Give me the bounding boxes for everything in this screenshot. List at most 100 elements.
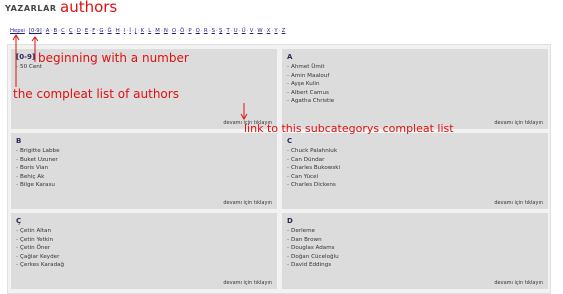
more-link[interactable]: devamı için tıklayın xyxy=(223,280,272,286)
author-name[interactable]: Çerkes Karadağ xyxy=(20,262,64,268)
author-name[interactable]: Ahmet Ümit xyxy=(291,64,325,70)
author-name[interactable]: Behiç Ak xyxy=(20,174,44,180)
nav-letter-link[interactable]: Ş xyxy=(219,28,222,34)
nav-all-link[interactable]: Hepsi xyxy=(10,28,25,34)
author-list-item[interactable]: - Çetin Yetkin xyxy=(16,236,272,245)
author-name[interactable]: Çetin Öner xyxy=(20,245,50,251)
author-name[interactable]: Derleme xyxy=(291,228,315,234)
more-link[interactable]: devamı için tıklayın xyxy=(494,120,543,126)
nav-letter-link[interactable]: P xyxy=(188,28,191,34)
author-list-item[interactable]: - Can Yücel xyxy=(287,173,543,182)
author-name[interactable]: Charles Dickens xyxy=(291,182,336,188)
nav-letter-link[interactable]: D xyxy=(77,28,81,34)
author-list-item[interactable]: - Charles Dickens xyxy=(287,181,543,190)
author-list-item[interactable]: - Ahmet Ümit xyxy=(287,63,543,72)
author-list-item[interactable]: - David Eddings xyxy=(287,261,543,270)
author-list-item[interactable]: - Bilge Karasu xyxy=(16,181,272,190)
more-link[interactable]: devamı için tıklayın xyxy=(494,200,543,206)
author-list-item[interactable]: - Charles Bukowski xyxy=(287,164,543,173)
author-name[interactable]: Doğan Cüceloğlu xyxy=(291,254,339,260)
list-bullet: - xyxy=(16,182,19,188)
author-name[interactable]: David Eddings xyxy=(291,262,331,268)
author-name[interactable]: Brigitte Labbe xyxy=(20,148,60,154)
nav-letter-link[interactable]: Ü xyxy=(242,28,246,34)
author-name[interactable]: Albert Camus xyxy=(291,90,329,96)
author-list-item[interactable]: - Çağlar Keyder xyxy=(16,253,272,262)
author-list-item[interactable]: - Douglas Adams xyxy=(287,244,543,253)
nav-letter-link[interactable]: F xyxy=(92,28,95,34)
nav-letter-link[interactable]: G xyxy=(99,28,103,34)
author-list-item[interactable]: - Çetin Altan xyxy=(16,227,272,236)
nav-letter-link[interactable]: X xyxy=(267,28,271,34)
nav-letter-link[interactable]: V xyxy=(250,28,254,34)
nav-letter-link[interactable]: S xyxy=(212,28,215,34)
nav-letter-link[interactable]: E xyxy=(85,28,88,34)
nav-letter-link[interactable]: Z xyxy=(282,28,286,34)
author-list-item[interactable]: - Buket Uzuner xyxy=(16,156,272,165)
nav-letter-link[interactable]: Q xyxy=(196,28,200,34)
author-name[interactable]: Buket Uzuner xyxy=(20,157,58,163)
card-title: A xyxy=(287,53,293,61)
nav-letter-link[interactable]: H xyxy=(116,28,120,34)
nav-letter-link[interactable]: Ç xyxy=(69,28,73,34)
author-name[interactable]: Agatha Christie xyxy=(291,98,334,104)
author-name[interactable]: Amin Maalouf xyxy=(291,73,329,79)
category-card-a: A - Ahmet Ümit - Amin Maalouf - Ayşe Kulin - Al… xyxy=(282,49,548,129)
author-list-item[interactable]: - Can Dündar xyxy=(287,156,543,165)
author-name[interactable]: Chuck Palahniuk xyxy=(291,148,337,154)
nav-letter-link[interactable]: N xyxy=(164,28,168,34)
nav-separator: · xyxy=(120,28,123,34)
author-list-item[interactable]: - Albert Camus xyxy=(287,89,543,98)
author-name[interactable]: Douglas Adams xyxy=(291,245,335,251)
author-list-item[interactable]: - Agatha Christie xyxy=(287,97,543,106)
nav-letter-link[interactable]: U xyxy=(234,28,238,34)
nav-letter-link[interactable]: Ö xyxy=(180,28,184,34)
nav-letter-link[interactable]: C xyxy=(61,28,65,34)
nav-separator: · xyxy=(66,28,68,34)
author-name[interactable]: Çağlar Keyder xyxy=(20,254,59,260)
list-bullet: - xyxy=(287,72,290,79)
nav-letter-link[interactable]: T xyxy=(226,28,229,34)
nav-letter-link[interactable]: L xyxy=(148,28,151,34)
author-list-item[interactable]: - Brigitte Labbe xyxy=(16,147,272,156)
author-list-item[interactable]: - Dan Brown xyxy=(287,236,543,245)
nav-letter-link[interactable]: M xyxy=(155,28,160,34)
nav-number-link[interactable]: [0-9] xyxy=(29,28,42,34)
nav-letter-link[interactable]: B xyxy=(53,28,57,34)
author-name[interactable]: Çetin Yetkin xyxy=(20,237,53,243)
author-name[interactable]: Boris Vian xyxy=(20,165,48,171)
author-name[interactable]: Bilge Karasu xyxy=(20,182,55,188)
author-list-item[interactable]: - Çerkes Karadağ xyxy=(16,261,272,270)
category-card-b: B - Brigitte Labbe - Buket Uzuner - Boris Via… xyxy=(11,133,277,209)
author-list-item[interactable]: - Derleme xyxy=(287,227,543,236)
nav-letter-link[interactable]: Ğ xyxy=(108,28,112,34)
author-name[interactable]: Can Dündar xyxy=(291,157,324,163)
author-name[interactable]: Can Yücel xyxy=(291,174,318,180)
more-link[interactable]: devamı için tıklayın xyxy=(223,200,272,206)
nav-letter-link[interactable]: O xyxy=(172,28,176,34)
nav-letter-link[interactable]: I xyxy=(124,28,126,34)
nav-separator: · xyxy=(238,28,241,34)
author-name[interactable]: Çetin Altan xyxy=(20,228,51,234)
annotation-number: beginning with a number xyxy=(38,51,189,65)
nav-letter-link[interactable]: K xyxy=(141,28,144,34)
author-name[interactable]: Ayşe Kulin xyxy=(291,81,319,87)
author-name[interactable]: Charles Bukowski xyxy=(291,165,340,171)
nav-letter-link[interactable]: R xyxy=(204,28,208,34)
author-list-item[interactable]: - Doğan Cüceloğlu xyxy=(287,253,543,262)
author-list-item[interactable]: - Amin Maalouf xyxy=(287,72,543,81)
nav-letter-link[interactable]: J xyxy=(135,28,137,34)
nav-letter-link[interactable]: İ xyxy=(129,28,131,34)
author-list-item[interactable]: - Çetin Öner xyxy=(16,244,272,253)
author-name[interactable]: Dan Brown xyxy=(291,237,322,243)
author-list-item[interactable]: - Boris Vian xyxy=(16,164,272,173)
author-list-item[interactable]: - Chuck Palahniuk xyxy=(287,147,543,156)
nav-letter-link[interactable]: A xyxy=(46,28,50,34)
author-list-item[interactable]: - Behiç Ak xyxy=(16,173,272,182)
more-link[interactable]: devamı için tıklayın xyxy=(494,280,543,286)
nav-letter-link[interactable]: Y xyxy=(274,28,277,34)
nav-letter-link[interactable]: W xyxy=(257,28,262,34)
list-bullet: - xyxy=(287,236,290,243)
author-list-item[interactable]: - Ayşe Kulin xyxy=(287,80,543,89)
nav-separator: · xyxy=(254,28,257,34)
